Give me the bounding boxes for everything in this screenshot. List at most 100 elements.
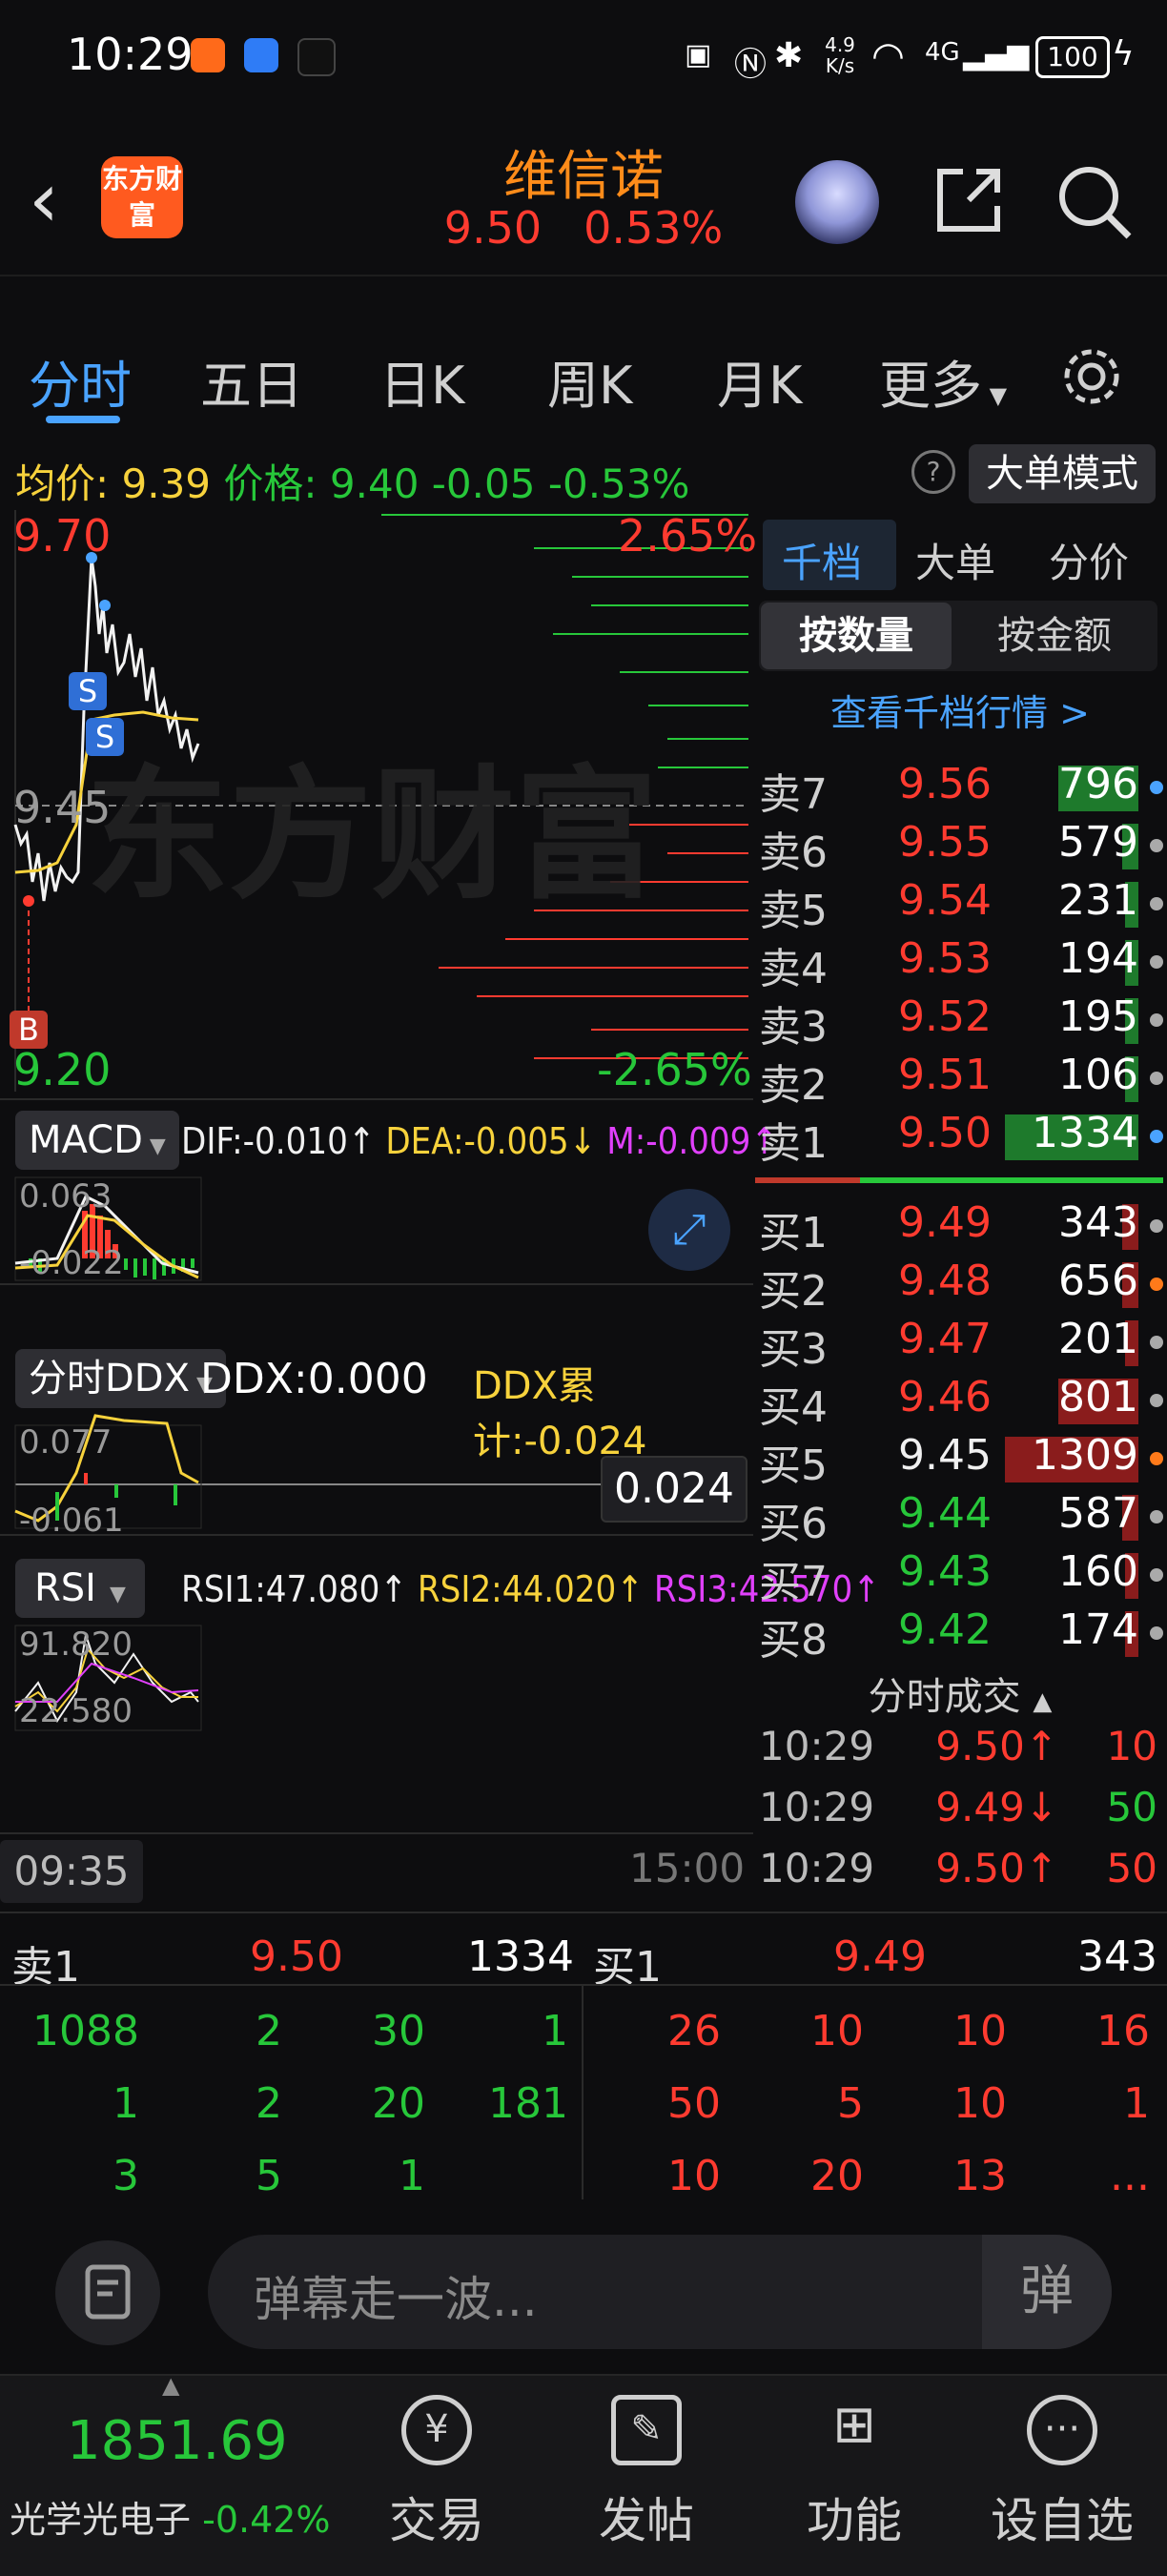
expand-icon[interactable]: ⤢: [648, 1189, 730, 1271]
queue-order-size: 1: [399, 2152, 425, 2200]
level-name: 卖3: [759, 1003, 828, 1052]
level-volume: 1309: [1032, 1431, 1138, 1480]
buy-signal-marker[interactable]: B: [10, 1011, 48, 1049]
toggle-by-amount[interactable]: 按金额: [959, 603, 1150, 669]
rsi-selector[interactable]: RSI ▼: [15, 1559, 145, 1618]
order-book-row[interactable]: 卖3 9.52 195: [753, 992, 1167, 1052]
sector-index-value[interactable]: 1851.69: [67, 2410, 288, 2472]
price-info-row: 均价: 9.39 价格: 9.40 -0.05 -0.53% ? 大单模式: [0, 439, 1167, 507]
order-book-row[interactable]: 买1 9.49 343: [753, 1198, 1167, 1257]
app-notification-icon: [297, 38, 336, 76]
nav-add-watchlist[interactable]: ··· 设自选: [986, 2395, 1138, 2551]
danmaku-settings-icon[interactable]: [55, 2240, 160, 2345]
large-order-mode-button[interactable]: 大单模式: [969, 444, 1156, 503]
queue-order-size: ...: [1110, 2152, 1150, 2200]
nav-post[interactable]: ✎ 发帖: [570, 2395, 723, 2551]
sector-index-info[interactable]: 光学光电子 -0.42%: [10, 2490, 331, 2543]
tab-monthly-k[interactable]: 月K: [717, 343, 802, 419]
ddx-top-value: 0.077: [19, 1423, 113, 1462]
trade-time: 10:29: [759, 1784, 875, 1830]
level-price: 9.43: [898, 1547, 992, 1596]
queue-order-size: 2: [256, 2079, 282, 2128]
level-price: 9.46: [898, 1373, 992, 1421]
sell-signal-marker[interactable]: S: [69, 672, 107, 710]
tab-daily-k[interactable]: 日K: [379, 343, 464, 419]
index-expand-icon[interactable]: ▲: [162, 2372, 179, 2399]
ai-assistant-icon[interactable]: [795, 160, 879, 244]
y-axis-mid: 9.45: [13, 782, 112, 833]
macd-dif: DIF:-0.010↑: [181, 1120, 376, 1162]
avg-price: 9.39: [121, 460, 212, 507]
tab-large-orders[interactable]: 大单: [915, 531, 995, 589]
intraday-chart-area[interactable]: 东方财富 9.70 9.45 9.20 2.65% -2.65% S S B M…: [0, 510, 880, 1912]
tab-weekly-k[interactable]: 周K: [547, 343, 632, 419]
order-book-row[interactable]: 卖6 9.55 579: [753, 818, 1167, 877]
gear-icon[interactable]: [1058, 343, 1125, 410]
order-book-row[interactable]: 卖1 9.50 1334: [753, 1109, 1167, 1168]
level-volume: 195: [1058, 992, 1138, 1041]
queue-order-size: 10: [953, 2079, 1007, 2128]
order-dot-icon: [1150, 1013, 1163, 1027]
pct-axis-high: 2.65%: [618, 510, 758, 562]
ddx-cumulative: DDX累计:-0.024: [473, 1364, 647, 1463]
order-book-row[interactable]: 买7 9.43 160: [753, 1547, 1167, 1606]
queue-order-size: 1088: [32, 2007, 139, 2055]
cursor-price: 9.40: [329, 460, 420, 507]
nav-trade[interactable]: ¥ 交易: [360, 2395, 513, 2551]
share-icon[interactable]: [931, 162, 1007, 238]
order-dot-icon: [1150, 781, 1163, 794]
level-price: 9.53: [898, 934, 992, 983]
order-book-row[interactable]: 卖2 9.51 106: [753, 1051, 1167, 1110]
tab-active-indicator: [46, 416, 120, 423]
trade-volume: 50: [1106, 1784, 1157, 1830]
order-book-row[interactable]: 买8 9.42 174: [753, 1605, 1167, 1665]
order-dot-icon: [1150, 1510, 1163, 1523]
order-book-row[interactable]: 买5 9.45 1309: [753, 1431, 1167, 1490]
level-volume: 194: [1058, 934, 1138, 983]
stock-header: ‹ 东方财富 维信诺 9.50 0.53%: [0, 124, 1167, 276]
order-book-row[interactable]: 买2 9.48 656: [753, 1257, 1167, 1316]
level-name: 买6: [759, 1500, 828, 1548]
queue-order-size: 2: [256, 2007, 282, 2055]
level-price: 9.48: [898, 1257, 992, 1305]
sell-signal-marker[interactable]: S: [86, 718, 124, 756]
tab-intraday[interactable]: 分时: [29, 343, 132, 419]
order-dot-icon: [1150, 1452, 1163, 1465]
charging-icon: ϟ: [1112, 34, 1135, 73]
stock-price: 9.50: [443, 202, 543, 254]
order-dot-icon: [1150, 897, 1163, 910]
macd-selector[interactable]: MACD ▼: [15, 1111, 179, 1170]
trade-price: 9.50↑: [935, 1723, 1058, 1769]
queue-buy-price: 9.49: [833, 1932, 927, 1981]
level-name: 买3: [759, 1325, 828, 1374]
tab-five-day[interactable]: 五日: [200, 343, 303, 419]
order-dot-icon: [1150, 1219, 1163, 1233]
view-full-depth-link[interactable]: 查看千档行情 >: [753, 684, 1167, 736]
nav-functions[interactable]: ⊞ 功能: [778, 2395, 931, 2551]
order-book-panel: 千档 大单 分价 按数量 按金额 查看千档行情 > 卖7 9.56 796 卖6 9.5…: [753, 510, 1167, 1912]
order-book-row[interactable]: 买6 9.44 587: [753, 1489, 1167, 1548]
period-tabs: 分时 五日 日K 周K 月K 更多 ▼: [0, 305, 1167, 429]
queue-order-size: 1: [542, 2007, 568, 2055]
order-book-row[interactable]: 买4 9.46 801: [753, 1373, 1167, 1432]
pct-axis-low: -2.65%: [597, 1044, 752, 1095]
watermark: 东方财富: [86, 753, 659, 919]
order-book-row[interactable]: 卖7 9.56 796: [753, 760, 1167, 819]
toggle-by-quantity[interactable]: 按数量: [761, 603, 952, 669]
ddx-selector[interactable]: 分时DDX ▼: [15, 1349, 226, 1408]
wifi-icon: ◠: [871, 34, 905, 78]
order-book-row[interactable]: 买3 9.47 201: [753, 1315, 1167, 1374]
danmaku-send-button[interactable]: 弹: [982, 2235, 1112, 2349]
queue-order-size: 1: [1123, 2079, 1150, 2128]
order-book-row[interactable]: 卖4 9.53 194: [753, 934, 1167, 993]
tab-price-distribution[interactable]: 分价: [1049, 531, 1129, 589]
order-book-row[interactable]: 卖5 9.54 231: [753, 876, 1167, 935]
level-name: 卖5: [759, 887, 828, 935]
help-icon[interactable]: ?: [911, 450, 955, 494]
tab-thousand-levels[interactable]: 千档: [782, 531, 862, 589]
search-icon[interactable]: [1054, 162, 1135, 242]
macd-top-value: 0.063: [19, 1177, 113, 1216]
tab-more[interactable]: 更多 ▼: [879, 343, 1007, 419]
level-volume: 343: [1058, 1198, 1138, 1247]
level-volume: 796: [1058, 760, 1138, 808]
